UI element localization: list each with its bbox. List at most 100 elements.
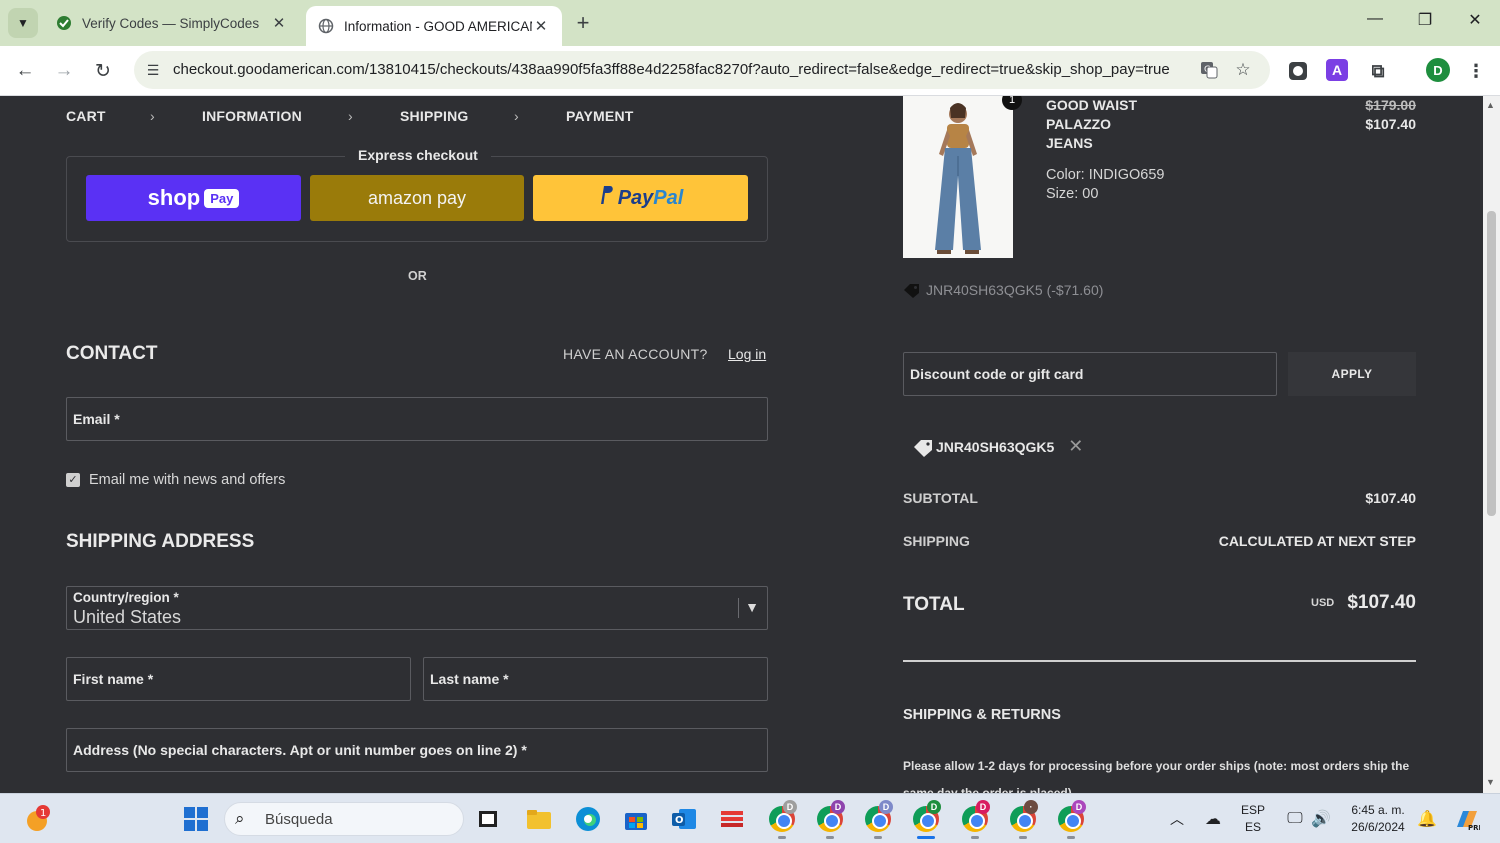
subtotal-value: $107.40 xyxy=(1365,490,1416,506)
edge-icon[interactable] xyxy=(573,804,603,834)
chrome-profile-3-icon[interactable]: D xyxy=(865,800,893,832)
clock[interactable]: 6:45 a. m. 26/6/2024 xyxy=(1340,802,1416,836)
running-indicator xyxy=(778,836,786,839)
language-indicator[interactable]: ESP ES xyxy=(1238,802,1268,836)
breadcrumb-cart[interactable]: CART xyxy=(66,108,106,124)
chrome-profile-1-icon[interactable]: D xyxy=(769,800,797,832)
discount-code-placeholder: Discount code or gift card xyxy=(910,366,1084,382)
profile-badge: D xyxy=(1072,800,1086,814)
amazon-pay-button[interactable]: amazon pay xyxy=(310,175,524,221)
simplycodes-icon xyxy=(56,15,72,31)
tag-icon xyxy=(913,439,932,457)
app-stack-icon[interactable] xyxy=(718,804,748,834)
cloud-offline-icon[interactable]: ☁ xyxy=(1198,804,1228,834)
chevron-right-icon: › xyxy=(348,108,353,124)
running-indicator xyxy=(971,836,979,839)
breadcrumb-information: INFORMATION xyxy=(202,108,302,124)
outlook-icon[interactable]: O xyxy=(669,804,699,834)
translate-icon[interactable]: G xyxy=(1198,60,1220,85)
close-tab-icon[interactable]: ✕ xyxy=(532,17,550,35)
shop-pay-button[interactable]: shop Pay xyxy=(86,175,301,221)
page-scrollbar[interactable]: ▲ ▼ xyxy=(1483,96,1500,793)
scroll-down-icon[interactable]: ▼ xyxy=(1486,777,1495,787)
country-select[interactable]: Country/region * United States ▼ xyxy=(66,586,768,630)
chrome-profile-6-icon[interactable]: · xyxy=(1010,800,1038,832)
profile-badge: D xyxy=(783,800,797,814)
applied-discount-chip: JNR40SH63QGK5 ✕ xyxy=(913,436,1083,457)
breadcrumb-shipping: SHIPPING xyxy=(400,108,469,124)
line-discount: JNR40SH63QGK5 (-$71.60) xyxy=(903,282,1103,298)
newsletter-label[interactable]: Email me with news and offers xyxy=(89,472,285,488)
chrome-profile-2-icon[interactable]: D xyxy=(817,800,845,832)
paypal-button[interactable]: Pay Pal xyxy=(533,175,748,221)
minimize-icon[interactable]: — xyxy=(1360,10,1390,28)
apply-button[interactable]: APPLY xyxy=(1288,352,1416,396)
country-label: Country/region * xyxy=(73,590,179,605)
contact-heading: CONTACT xyxy=(66,343,158,364)
windows-taskbar: 1 ⌕ Búsqueda O D D D D D · D ︿ ☁ ESP ES … xyxy=(0,793,1500,843)
chrome-profile-4-icon[interactable]: D xyxy=(913,800,941,832)
copilot-icon[interactable]: PRE xyxy=(1452,804,1482,834)
close-tab-icon[interactable]: ✕ xyxy=(270,14,288,32)
taskbar-search[interactable]: ⌕ Búsqueda xyxy=(224,802,464,836)
subtotal-label: SUBTOTAL xyxy=(903,490,978,506)
chrome-profile-7-icon[interactable]: D xyxy=(1058,800,1086,832)
product-name: GOOD WAIST PALAZZO JEANS xyxy=(1046,96,1137,153)
paypal-logo-icon xyxy=(598,185,614,211)
tag-icon xyxy=(903,283,920,298)
puzzle-icon[interactable]: ⧉ xyxy=(1366,59,1390,83)
task-view-icon[interactable] xyxy=(474,804,504,834)
menu-dots-icon[interactable]: ⋮ xyxy=(1464,59,1488,83)
url-text[interactable]: checkout.goodamerican.com/13810415/check… xyxy=(173,61,1193,78)
address-bar[interactable]: ☰ checkout.goodamerican.com/13810415/che… xyxy=(134,51,1270,89)
discount-code-input[interactable]: Discount code or gift card xyxy=(903,352,1277,396)
svg-text:O: O xyxy=(675,815,684,826)
volume-icon[interactable]: 🔊 xyxy=(1306,804,1336,834)
newsletter-checkbox[interactable]: ✓ xyxy=(66,473,80,487)
shipping-returns-heading: SHIPPING & RETURNS xyxy=(903,707,1061,723)
store-icon[interactable] xyxy=(621,804,651,834)
profile-badge: D xyxy=(927,800,941,814)
extension-icon[interactable] xyxy=(1286,59,1310,83)
remove-discount-icon[interactable]: ✕ xyxy=(1068,436,1083,457)
total-label: TOTAL xyxy=(903,594,965,615)
profile-avatar[interactable]: D xyxy=(1426,58,1450,82)
weather-widget-icon[interactable]: 1 xyxy=(22,804,52,834)
express-checkout-title: Express checkout xyxy=(345,147,491,163)
paypal-label-pal: Pal xyxy=(653,186,684,209)
site-info-icon[interactable]: ☰ xyxy=(142,59,164,81)
restore-icon[interactable]: ❐ xyxy=(1410,10,1440,30)
profile-badge: D xyxy=(879,800,893,814)
close-window-icon[interactable]: ✕ xyxy=(1460,10,1490,30)
profile-badge: D xyxy=(831,800,845,814)
language-code: ESP xyxy=(1240,803,1265,817)
running-indicator xyxy=(874,836,882,839)
chrome-profile-5-icon[interactable]: D xyxy=(962,800,990,832)
extension-a-icon[interactable]: A xyxy=(1326,59,1348,81)
address-field[interactable]: Address (No special characters. Apt or u… xyxy=(66,728,768,772)
first-name-field[interactable]: First name * xyxy=(66,657,411,701)
tab-good-american[interactable]: Information - GOOD AMERICAN ✕ xyxy=(306,6,562,46)
profile-badge: · xyxy=(1024,800,1038,814)
price-original: $179.00 xyxy=(1365,97,1416,113)
login-link[interactable]: Log in xyxy=(728,346,766,362)
email-field[interactable]: Email * xyxy=(66,397,768,441)
product-name-line: PALAZZO xyxy=(1046,116,1112,132)
chevron-down-icon: ▼ xyxy=(17,16,29,30)
tab-simplycodes[interactable]: Verify Codes — SimplyCodes ✕ xyxy=(44,6,300,40)
scroll-up-icon[interactable]: ▲ xyxy=(1486,100,1495,110)
amazon-pay-label: amazon pay xyxy=(367,187,467,208)
file-explorer-icon[interactable] xyxy=(524,804,554,834)
scroll-thumb[interactable] xyxy=(1487,211,1496,516)
windows-start-icon[interactable] xyxy=(181,804,211,834)
tab-search-button[interactable]: ▼ xyxy=(8,8,38,38)
reload-icon[interactable]: ↻ xyxy=(90,58,116,84)
new-tab-button[interactable]: + xyxy=(570,10,596,36)
bookmark-star-icon[interactable]: ☆ xyxy=(1232,60,1254,80)
email-label: Email * xyxy=(73,411,120,427)
last-name-field[interactable]: Last name * xyxy=(423,657,768,701)
forward-icon[interactable]: → xyxy=(51,58,77,84)
tray-overflow-icon[interactable]: ︿ xyxy=(1162,804,1192,834)
notifications-icon[interactable]: 🔔 xyxy=(1412,804,1442,834)
back-icon[interactable]: ← xyxy=(12,58,38,84)
